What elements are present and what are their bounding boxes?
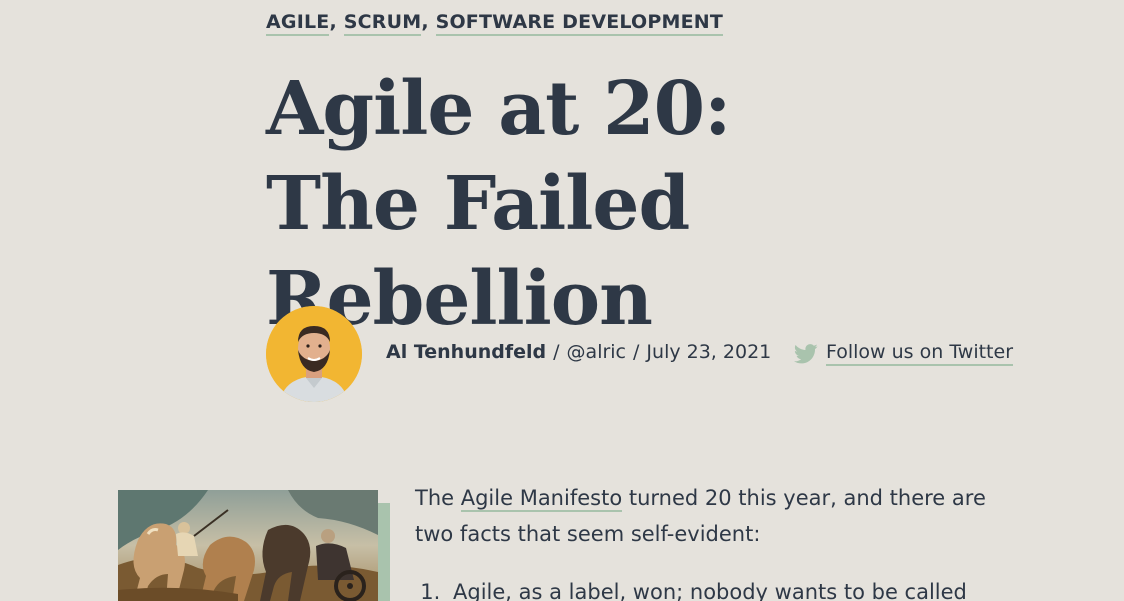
twitter-follow-link[interactable]: Follow us on Twitter <box>826 341 1014 366</box>
author-name[interactable]: Al Tenhundfeld <box>386 341 546 363</box>
tag-agile[interactable]: AGILE <box>266 11 330 36</box>
tag-separator: , <box>329 11 337 33</box>
article-meta: Al Tenhundfeld / @alric / July 23, 2021 <box>386 341 771 363</box>
twitter-bird-icon <box>794 343 818 363</box>
twitter-follow[interactable]: Follow us on Twitter <box>794 341 1014 366</box>
tag-software-development[interactable]: SOFTWARE DEVELOPMENT <box>435 11 724 36</box>
list-item: Agile, as a label, won; nobody wants to … <box>447 574 1015 601</box>
publish-date: July 23, 2021 <box>646 341 772 363</box>
facts-list: Agile, as a label, won; nobody wants to … <box>415 574 1015 601</box>
tag-separator: , <box>421 11 429 33</box>
meta-separator: / <box>553 341 560 363</box>
author-portrait <box>266 306 362 402</box>
agile-manifesto-link[interactable]: Agile Manifesto <box>460 486 623 512</box>
author-row: Al Tenhundfeld / @alric / July 23, 2021 Foll… <box>266 306 1026 402</box>
author-handle[interactable]: @alric <box>567 341 626 363</box>
article-painting-image <box>118 490 378 601</box>
author-avatar <box>266 306 362 402</box>
intro-paragraph: The Agile Manifesto turned 20 this year,… <box>415 480 1015 552</box>
article-title: Agile at 20: The Failed Rebellion <box>266 66 731 342</box>
painting-illustration <box>118 490 378 601</box>
intro-text-start: The <box>415 486 461 510</box>
image-accent-bar <box>378 503 390 601</box>
tag-scrum[interactable]: SCRUM <box>343 11 422 36</box>
category-tags: AGILE, SCRUM, SOFTWARE DEVELOPMENT <box>266 8 724 36</box>
meta-separator: / <box>633 341 640 363</box>
article-body: The Agile Manifesto turned 20 this year,… <box>415 480 1015 601</box>
